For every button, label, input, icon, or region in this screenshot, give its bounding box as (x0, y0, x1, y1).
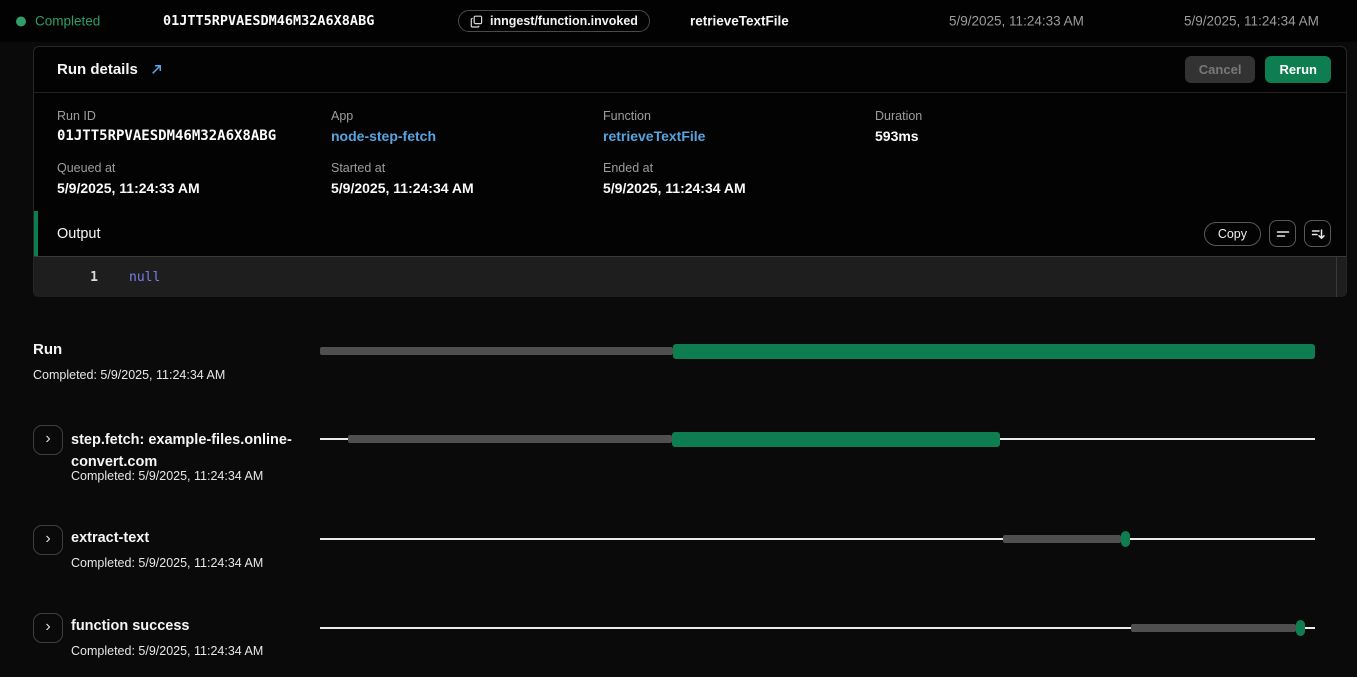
field-value: 593ms (875, 128, 1346, 144)
cancel-button[interactable]: Cancel (1185, 56, 1256, 83)
field-value: 5/9/2025, 11:24:34 AM (331, 180, 603, 196)
topbar-started-timestamp: 5/9/2025, 11:24:34 AM (1184, 14, 1319, 29)
field-value: 5/9/2025, 11:24:33 AM (57, 180, 331, 196)
trace-waterfall: Run Completed: 5/9/2025, 11:24:34 AM › s… (0, 297, 1357, 677)
scroll-to-bottom-icon[interactable] (1304, 220, 1331, 247)
timeline-track (320, 343, 1315, 359)
timeline-gray-segment[interactable] (1131, 624, 1296, 632)
code-line-number: 1 (34, 270, 98, 285)
field-label: Ended at (603, 161, 875, 175)
trace-row-title: step.fetch: example-files.online-convert… (71, 429, 333, 473)
field-app: App node-step-fetch (331, 109, 603, 146)
timeline-green-segment[interactable] (672, 432, 999, 447)
status-label: Completed (35, 14, 100, 29)
field-run-id: Run ID 01JTT5RPVAESDM46M32A6X8ABG (57, 109, 331, 146)
trace-row-completed: Completed: 5/9/2025, 11:24:34 AM (33, 368, 225, 382)
trace-row-title: function success (71, 618, 189, 634)
timeline-track (320, 531, 1315, 547)
code-scrollbar[interactable] (1336, 257, 1346, 297)
field-value: 5/9/2025, 11:24:34 AM (603, 180, 875, 196)
timeline-track (320, 431, 1315, 447)
field-started-at: Started at 5/9/2025, 11:24:34 AM (331, 161, 603, 196)
expand-step-button[interactable]: › (33, 425, 63, 455)
timeline-gray-segment[interactable] (348, 435, 672, 443)
timeline-baseline (320, 538, 1315, 540)
expand-step-button[interactable]: › (33, 525, 63, 555)
wrap-text-icon[interactable] (1269, 220, 1296, 247)
event-badge-label: inngest/function.invoked (490, 14, 638, 28)
rerun-button[interactable]: Rerun (1265, 56, 1331, 83)
field-duration: Duration 593ms (875, 109, 1346, 146)
timeline-gray-segment[interactable] (1003, 535, 1121, 543)
run-status-bar: Completed 01JTT5RPVAESDM46M32A6X8ABG inn… (0, 0, 1357, 42)
trace-row-completed: Completed: 5/9/2025, 11:24:34 AM (71, 556, 263, 570)
output-header: Output Copy (34, 211, 1346, 256)
code-content: null (129, 270, 160, 285)
trace-row-completed: Completed: 5/9/2025, 11:24:34 AM (71, 644, 263, 658)
field-label: Function (603, 109, 875, 123)
field-queued-at: Queued at 5/9/2025, 11:24:33 AM (57, 161, 331, 196)
expand-step-button[interactable]: › (33, 613, 63, 643)
timeline-green-segment[interactable] (673, 344, 1315, 359)
run-details-panel: Run details Cancel Rerun Run ID 01JTT5RP… (33, 46, 1347, 297)
field-label: Duration (875, 109, 1346, 123)
trace-row-title: Run (33, 341, 62, 358)
timeline-green-segment[interactable] (1121, 531, 1130, 547)
topbar-function-name: retrieveTextFile (690, 14, 789, 29)
timeline-track (320, 620, 1315, 636)
external-link-icon[interactable] (150, 63, 163, 76)
field-label: App (331, 109, 603, 123)
field-value: 01JTT5RPVAESDM46M32A6X8ABG (57, 128, 331, 144)
panel-title: Run details (57, 61, 138, 78)
field-function: Function retrieveTextFile (603, 109, 875, 146)
event-badge[interactable]: inngest/function.invoked (458, 10, 650, 32)
timeline-gray-segment[interactable] (320, 347, 673, 355)
field-label: Started at (331, 161, 603, 175)
topbar-run-id: 01JTT5RPVAESDM46M32A6X8ABG (163, 13, 374, 29)
trace-row-completed: Completed: 5/9/2025, 11:24:34 AM (71, 469, 263, 483)
status-dot-icon (16, 16, 26, 26)
output-code-block: 1 null (34, 256, 1346, 297)
field-label: Queued at (57, 161, 331, 175)
output-title: Output (57, 226, 101, 242)
trace-row-title: extract-text (71, 530, 149, 546)
topbar-queued-timestamp: 5/9/2025, 11:24:33 AM (949, 14, 1084, 29)
field-label: Run ID (57, 109, 331, 123)
function-link[interactable]: retrieveTextFile (603, 128, 705, 144)
timeline-green-segment[interactable] (1296, 620, 1305, 636)
run-status: Completed (16, 14, 100, 29)
run-details-header: Run details Cancel Rerun (34, 47, 1346, 93)
copy-icon (470, 15, 483, 28)
app-link[interactable]: node-step-fetch (331, 128, 436, 144)
run-details-fields: Run ID 01JTT5RPVAESDM46M32A6X8ABG App no… (34, 93, 1346, 196)
field-ended-at: Ended at 5/9/2025, 11:24:34 AM (603, 161, 875, 196)
output-accent-bar (34, 211, 38, 256)
copy-output-button[interactable]: Copy (1204, 222, 1261, 246)
